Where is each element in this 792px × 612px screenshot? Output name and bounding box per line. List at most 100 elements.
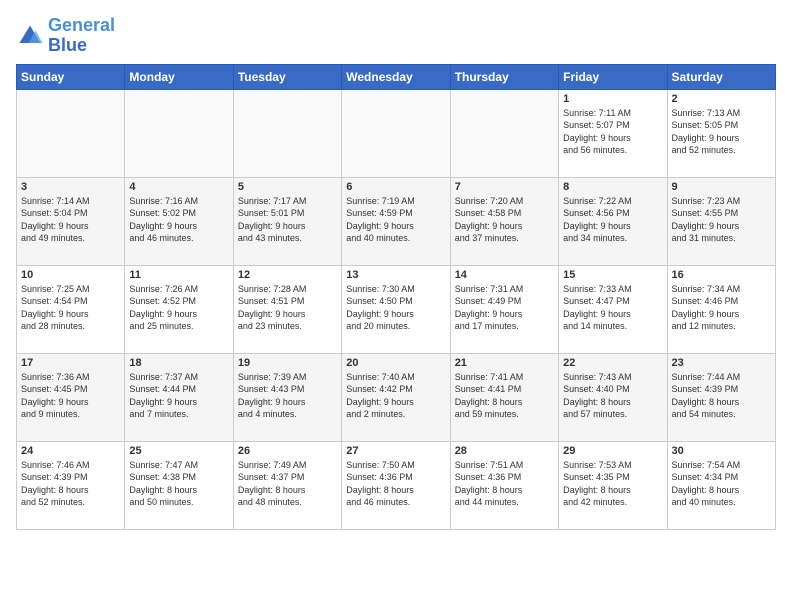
calendar-cell: 3 Sunrise: 7:14 AM Sunset: 5:04 PM Daylig… bbox=[17, 177, 125, 265]
logo-blue: Blue bbox=[48, 36, 115, 56]
day-number: 29 bbox=[563, 445, 662, 457]
calendar-cell: 7 Sunrise: 7:20 AM Sunset: 4:58 PM Daylig… bbox=[450, 177, 558, 265]
calendar-cell: 16 Sunrise: 7:34 AM Sunset: 4:46 PM Dayli… bbox=[667, 265, 775, 353]
calendar-cell: 11 Sunrise: 7:26 AM Sunset: 4:52 PM Dayli… bbox=[125, 265, 233, 353]
day-info: Sunrise: 7:41 AM Sunset: 4:41 PM Dayligh… bbox=[455, 371, 554, 421]
calendar-cell: 8 Sunrise: 7:22 AM Sunset: 4:56 PM Daylig… bbox=[559, 177, 667, 265]
day-info: Sunrise: 7:34 AM Sunset: 4:46 PM Dayligh… bbox=[672, 283, 771, 333]
weekday-header: Thursday bbox=[450, 64, 558, 89]
day-info: Sunrise: 7:22 AM Sunset: 4:56 PM Dayligh… bbox=[563, 195, 662, 245]
calendar-header-row: SundayMondayTuesdayWednesdayThursdayFrid… bbox=[17, 64, 776, 89]
day-number: 27 bbox=[346, 445, 445, 457]
weekday-header: Tuesday bbox=[233, 64, 341, 89]
calendar-cell: 17 Sunrise: 7:36 AM Sunset: 4:45 PM Dayli… bbox=[17, 353, 125, 441]
day-number: 28 bbox=[455, 445, 554, 457]
day-info: Sunrise: 7:46 AM Sunset: 4:39 PM Dayligh… bbox=[21, 459, 120, 509]
calendar-cell: 20 Sunrise: 7:40 AM Sunset: 4:42 PM Dayli… bbox=[342, 353, 450, 441]
calendar-cell: 5 Sunrise: 7:17 AM Sunset: 5:01 PM Daylig… bbox=[233, 177, 341, 265]
day-info: Sunrise: 7:28 AM Sunset: 4:51 PM Dayligh… bbox=[238, 283, 337, 333]
day-number: 25 bbox=[129, 445, 228, 457]
day-number: 16 bbox=[672, 269, 771, 281]
logo-icon bbox=[16, 22, 44, 50]
day-number: 10 bbox=[21, 269, 120, 281]
day-number: 8 bbox=[563, 181, 662, 193]
day-number: 17 bbox=[21, 357, 120, 369]
calendar-cell: 2 Sunrise: 7:13 AM Sunset: 5:05 PM Daylig… bbox=[667, 89, 775, 177]
day-info: Sunrise: 7:30 AM Sunset: 4:50 PM Dayligh… bbox=[346, 283, 445, 333]
day-info: Sunrise: 7:31 AM Sunset: 4:49 PM Dayligh… bbox=[455, 283, 554, 333]
logo-text: General Blue bbox=[48, 16, 115, 56]
day-number: 19 bbox=[238, 357, 337, 369]
day-info: Sunrise: 7:16 AM Sunset: 5:02 PM Dayligh… bbox=[129, 195, 228, 245]
day-number: 5 bbox=[238, 181, 337, 193]
day-info: Sunrise: 7:20 AM Sunset: 4:58 PM Dayligh… bbox=[455, 195, 554, 245]
day-info: Sunrise: 7:53 AM Sunset: 4:35 PM Dayligh… bbox=[563, 459, 662, 509]
calendar-cell bbox=[450, 89, 558, 177]
day-number: 1 bbox=[563, 93, 662, 105]
day-number: 18 bbox=[129, 357, 228, 369]
calendar-cell: 19Sunrise: 7:39 AM Sunset: 4:43 PM Dayli… bbox=[233, 353, 341, 441]
calendar-cell bbox=[17, 89, 125, 177]
day-info: Sunrise: 7:36 AM Sunset: 4:45 PM Dayligh… bbox=[21, 371, 120, 421]
calendar-table: SundayMondayTuesdayWednesdayThursdayFrid… bbox=[16, 64, 776, 530]
day-number: 13 bbox=[346, 269, 445, 281]
calendar-cell: 13 Sunrise: 7:30 AM Sunset: 4:50 PM Dayli… bbox=[342, 265, 450, 353]
calendar-cell: 18Sunrise: 7:37 AM Sunset: 4:44 PM Dayli… bbox=[125, 353, 233, 441]
day-number: 30 bbox=[672, 445, 771, 457]
day-number: 21 bbox=[455, 357, 554, 369]
day-info: Sunrise: 7:13 AM Sunset: 5:05 PM Dayligh… bbox=[672, 107, 771, 157]
calendar-cell: 1 Sunrise: 7:11 AM Sunset: 5:07 PM Daylig… bbox=[559, 89, 667, 177]
calendar-cell: 30 Sunrise: 7:54 AM Sunset: 4:34 PM Dayli… bbox=[667, 441, 775, 529]
calendar-cell: 24 Sunrise: 7:46 AM Sunset: 4:39 PM Dayli… bbox=[17, 441, 125, 529]
calendar-cell bbox=[125, 89, 233, 177]
calendar-cell: 14 Sunrise: 7:31 AM Sunset: 4:49 PM Dayli… bbox=[450, 265, 558, 353]
day-info: Sunrise: 7:25 AM Sunset: 4:54 PM Dayligh… bbox=[21, 283, 120, 333]
day-info: Sunrise: 7:44 AM Sunset: 4:39 PM Dayligh… bbox=[672, 371, 771, 421]
calendar-week-row: 10 Sunrise: 7:25 AM Sunset: 4:54 PM Dayli… bbox=[17, 265, 776, 353]
calendar-cell: 28 Sunrise: 7:51 AM Sunset: 4:36 PM Dayli… bbox=[450, 441, 558, 529]
day-info: Sunrise: 7:17 AM Sunset: 5:01 PM Dayligh… bbox=[238, 195, 337, 245]
calendar-week-row: 17 Sunrise: 7:36 AM Sunset: 4:45 PM Dayli… bbox=[17, 353, 776, 441]
calendar-cell: 25Sunrise: 7:47 AM Sunset: 4:38 PM Dayli… bbox=[125, 441, 233, 529]
day-number: 2 bbox=[672, 93, 771, 105]
calendar-cell: 27 Sunrise: 7:50 AM Sunset: 4:36 PM Dayli… bbox=[342, 441, 450, 529]
weekday-header: Monday bbox=[125, 64, 233, 89]
day-number: 23 bbox=[672, 357, 771, 369]
calendar-cell: 29 Sunrise: 7:53 AM Sunset: 4:35 PM Dayli… bbox=[559, 441, 667, 529]
calendar-cell: 4 Sunrise: 7:16 AM Sunset: 5:02 PM Daylig… bbox=[125, 177, 233, 265]
page-header: General Blue bbox=[16, 16, 776, 56]
day-number: 24 bbox=[21, 445, 120, 457]
day-info: Sunrise: 7:33 AM Sunset: 4:47 PM Dayligh… bbox=[563, 283, 662, 333]
day-info: Sunrise: 7:11 AM Sunset: 5:07 PM Dayligh… bbox=[563, 107, 662, 157]
day-number: 26 bbox=[238, 445, 337, 457]
day-info: Sunrise: 7:51 AM Sunset: 4:36 PM Dayligh… bbox=[455, 459, 554, 509]
calendar-cell: 23 Sunrise: 7:44 AM Sunset: 4:39 PM Dayli… bbox=[667, 353, 775, 441]
day-number: 20 bbox=[346, 357, 445, 369]
day-info: Sunrise: 7:40 AM Sunset: 4:42 PM Dayligh… bbox=[346, 371, 445, 421]
weekday-header: Sunday bbox=[17, 64, 125, 89]
day-info: Sunrise: 7:43 AM Sunset: 4:40 PM Dayligh… bbox=[563, 371, 662, 421]
day-info: Sunrise: 7:50 AM Sunset: 4:36 PM Dayligh… bbox=[346, 459, 445, 509]
day-info: Sunrise: 7:23 AM Sunset: 4:55 PM Dayligh… bbox=[672, 195, 771, 245]
day-number: 7 bbox=[455, 181, 554, 193]
calendar-cell: 10 Sunrise: 7:25 AM Sunset: 4:54 PM Dayli… bbox=[17, 265, 125, 353]
calendar-week-row: 3 Sunrise: 7:14 AM Sunset: 5:04 PM Daylig… bbox=[17, 177, 776, 265]
calendar-week-row: 24 Sunrise: 7:46 AM Sunset: 4:39 PM Dayli… bbox=[17, 441, 776, 529]
day-number: 22 bbox=[563, 357, 662, 369]
calendar-cell bbox=[233, 89, 341, 177]
day-info: Sunrise: 7:26 AM Sunset: 4:52 PM Dayligh… bbox=[129, 283, 228, 333]
calendar-week-row: 1 Sunrise: 7:11 AM Sunset: 5:07 PM Daylig… bbox=[17, 89, 776, 177]
day-number: 14 bbox=[455, 269, 554, 281]
day-number: 11 bbox=[129, 269, 228, 281]
day-info: Sunrise: 7:14 AM Sunset: 5:04 PM Dayligh… bbox=[21, 195, 120, 245]
calendar-cell: 6Sunrise: 7:19 AM Sunset: 4:59 PM Daylig… bbox=[342, 177, 450, 265]
calendar-cell: 22 Sunrise: 7:43 AM Sunset: 4:40 PM Dayli… bbox=[559, 353, 667, 441]
day-info: Sunrise: 7:54 AM Sunset: 4:34 PM Dayligh… bbox=[672, 459, 771, 509]
calendar-cell: 12Sunrise: 7:28 AM Sunset: 4:51 PM Dayli… bbox=[233, 265, 341, 353]
calendar-cell: 26 Sunrise: 7:49 AM Sunset: 4:37 PM Dayli… bbox=[233, 441, 341, 529]
day-number: 4 bbox=[129, 181, 228, 193]
day-info: Sunrise: 7:49 AM Sunset: 4:37 PM Dayligh… bbox=[238, 459, 337, 509]
day-number: 3 bbox=[21, 181, 120, 193]
day-number: 9 bbox=[672, 181, 771, 193]
calendar-cell bbox=[342, 89, 450, 177]
